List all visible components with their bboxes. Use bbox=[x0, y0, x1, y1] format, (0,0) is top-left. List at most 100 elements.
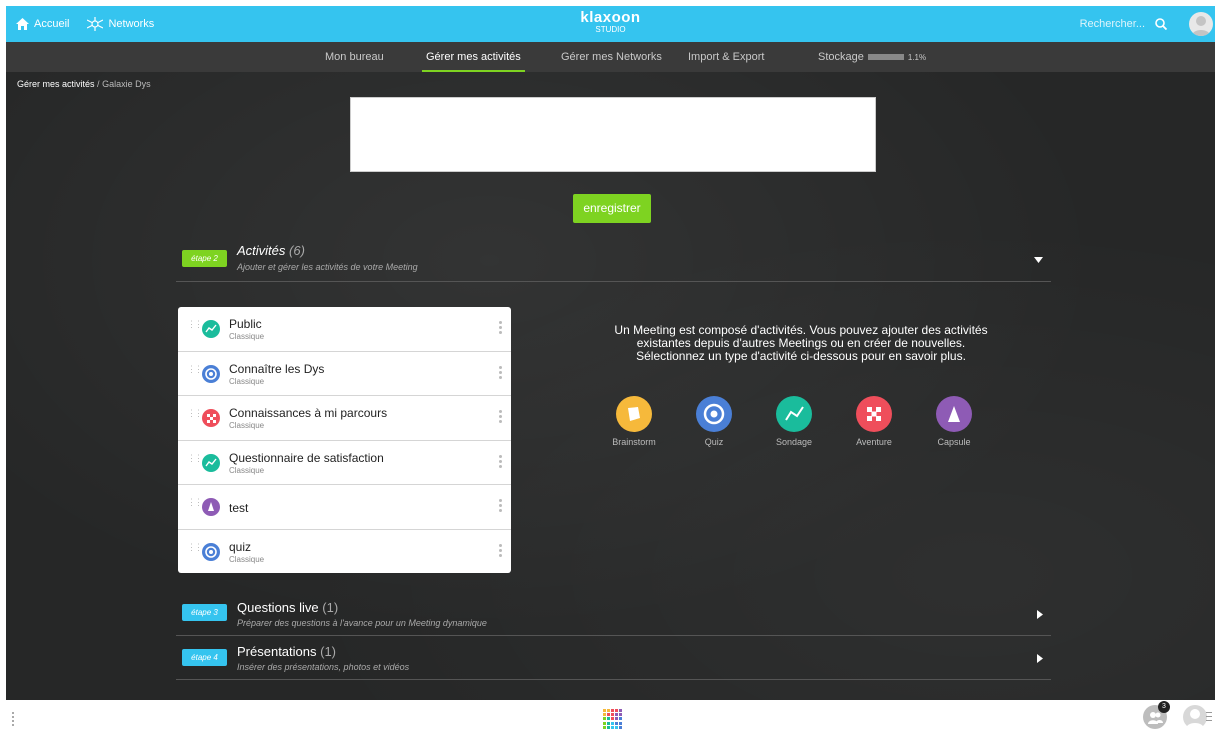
step-title-text: Présentations bbox=[237, 644, 317, 659]
home-label: Accueil bbox=[34, 18, 70, 30]
type-label: Sondage bbox=[775, 437, 813, 447]
more-options-icon[interactable] bbox=[499, 499, 502, 514]
step-subtitle: Préparer des questions à l'avance pour u… bbox=[237, 618, 487, 628]
menu-icon[interactable] bbox=[1206, 712, 1212, 724]
step-count: (1) bbox=[320, 644, 337, 659]
chevron-down-icon[interactable] bbox=[1034, 257, 1043, 263]
home-link[interactable]: Accueil bbox=[16, 18, 69, 30]
notification-badge: 3 bbox=[1158, 701, 1170, 713]
storage-percent: 1.1% bbox=[907, 53, 927, 62]
quiz-icon bbox=[696, 396, 732, 432]
list-item[interactable]: ⋮⋮ test bbox=[178, 485, 511, 530]
list-item[interactable]: ⋮⋮ quiz Classique bbox=[178, 530, 511, 574]
logo-subtext: STUDIO bbox=[595, 25, 626, 34]
step-count: (1) bbox=[322, 600, 339, 615]
activity-type: Classique bbox=[229, 421, 265, 430]
step-presentations[interactable]: étape 4 Présentations (1) Insérer des pr… bbox=[176, 636, 1051, 680]
step-title: Activités (6) bbox=[237, 243, 305, 258]
activity-type: Classique bbox=[229, 554, 265, 564]
breadcrumb: Gérer mes activités / Galaxie Dys bbox=[17, 79, 151, 89]
list-item[interactable]: ⋮⋮ Public Classique bbox=[178, 307, 511, 352]
step-title-text: Activités bbox=[237, 243, 286, 258]
list-item[interactable]: ⋮⋮ Questionnaire de satisfaction Classiq… bbox=[178, 441, 511, 485]
type-label: Capsule bbox=[937, 437, 971, 447]
drag-handle-icon[interactable]: ⋮⋮ bbox=[187, 542, 203, 551]
save-button[interactable]: enregistrer bbox=[573, 194, 651, 223]
chevron-right-icon[interactable] bbox=[1037, 610, 1043, 619]
type-quiz[interactable]: Quiz bbox=[684, 396, 744, 447]
drag-handle-icon[interactable]: ⋮⋮ bbox=[187, 409, 203, 418]
type-capsule[interactable]: Capsule bbox=[924, 396, 984, 447]
tab-gerer-networks[interactable]: Gérer mes Networks bbox=[561, 42, 662, 72]
app-frame: Accueil Networks klaxoon STUDIO Recherch… bbox=[0, 0, 1215, 734]
tab-import-export[interactable]: Import & Export bbox=[688, 42, 764, 72]
chevron-right-icon[interactable] bbox=[1037, 654, 1043, 663]
type-label: Quiz bbox=[704, 437, 724, 447]
type-sondage[interactable]: Sondage bbox=[764, 396, 824, 447]
step-title: Présentations (1) bbox=[237, 644, 336, 659]
drag-handle-icon[interactable]: ⋮⋮ bbox=[187, 320, 203, 329]
activities-info-text: Un Meeting est composé d'activités. Vous… bbox=[614, 323, 988, 363]
capsule-icon bbox=[202, 498, 220, 516]
top-nav: Accueil Networks bbox=[16, 6, 154, 42]
activity-type-picker: Brainstorm Quiz Sondage Aventure Capsule bbox=[604, 396, 984, 452]
user-avatar[interactable] bbox=[1189, 12, 1213, 36]
breadcrumb-root[interactable]: Gérer mes activités bbox=[17, 79, 95, 89]
sondage-icon bbox=[202, 320, 220, 338]
drag-handle-icon[interactable]: ⋮⋮ bbox=[187, 498, 203, 507]
vertical-dots-icon[interactable] bbox=[12, 712, 15, 728]
meeting-description-field[interactable] bbox=[350, 97, 876, 172]
more-options-icon[interactable] bbox=[499, 410, 502, 425]
user-icon bbox=[1192, 16, 1210, 36]
bottom-bar: 3 bbox=[0, 700, 1215, 734]
type-aventure[interactable]: Aventure bbox=[844, 396, 904, 447]
step-badge: étape 4 bbox=[182, 649, 227, 666]
participants-button[interactable]: 3 bbox=[1143, 701, 1170, 729]
top-bar: Accueil Networks klaxoon STUDIO Recherch… bbox=[6, 6, 1215, 42]
capsule-icon bbox=[936, 396, 972, 432]
networks-icon bbox=[87, 17, 104, 31]
tab-mon-bureau[interactable]: Mon bureau bbox=[325, 42, 384, 72]
networks-label: Networks bbox=[108, 18, 155, 30]
activity-type: Classique bbox=[229, 465, 265, 475]
type-brainstorm[interactable]: Brainstorm bbox=[604, 396, 664, 447]
more-options-icon[interactable] bbox=[499, 365, 502, 381]
tab-stockage[interactable]: Stockage 1.1% bbox=[818, 42, 926, 72]
klaxoon-logo[interactable]: klaxoon STUDIO bbox=[580, 10, 640, 34]
main-board: Gérer mes activités / Galaxie Dys enregi… bbox=[6, 72, 1215, 700]
step-title-text: Questions live bbox=[237, 600, 319, 615]
storage-bar bbox=[867, 54, 904, 61]
more-options-icon[interactable] bbox=[499, 454, 502, 470]
search-input[interactable]: Rechercher... bbox=[1080, 18, 1145, 30]
search-icon[interactable] bbox=[1155, 18, 1167, 30]
step-title: Questions live (1) bbox=[237, 600, 338, 615]
breadcrumb-current: Galaxie Dys bbox=[102, 79, 151, 89]
networks-link[interactable]: Networks bbox=[87, 17, 154, 31]
list-item[interactable]: ⋮⋮ Connaître les Dys Classique bbox=[178, 352, 511, 396]
sub-nav: Mon bureau Gérer mes activités Gérer mes… bbox=[6, 42, 1215, 72]
activity-name: Questionnaire de satisfaction bbox=[229, 450, 384, 465]
tab-gerer-activites[interactable]: Gérer mes activités bbox=[422, 42, 525, 72]
more-options-icon[interactable] bbox=[499, 543, 502, 559]
more-options-icon[interactable] bbox=[499, 321, 502, 336]
sondage-icon bbox=[202, 453, 220, 472]
brainstorm-icon bbox=[616, 396, 652, 432]
step-subtitle: Insérer des présentations, photos et vid… bbox=[237, 662, 410, 672]
breadcrumb-separator: / bbox=[97, 79, 100, 89]
activities-list: ⋮⋮ Public Classique ⋮⋮ Connaître les Dys… bbox=[178, 307, 511, 573]
search-box[interactable]: Rechercher... bbox=[1080, 6, 1167, 42]
quiz-icon bbox=[202, 542, 220, 561]
klaxoon-apps-icon[interactable] bbox=[603, 709, 623, 729]
stockage-label: Stockage bbox=[818, 51, 864, 63]
quiz-icon bbox=[202, 364, 220, 383]
type-label: Aventure bbox=[856, 437, 892, 447]
drag-handle-icon[interactable]: ⋮⋮ bbox=[187, 364, 203, 373]
step-activites[interactable]: étape 2 Activités (6) Ajouter et gérer l… bbox=[176, 240, 1051, 282]
activity-name: Connaître les Dys bbox=[229, 361, 325, 376]
step-questions-live[interactable]: étape 3 Questions live (1) Préparer des … bbox=[176, 594, 1051, 636]
drag-handle-icon[interactable]: ⋮⋮ bbox=[187, 453, 203, 462]
activity-type: Classique bbox=[229, 376, 265, 386]
user-avatar-bottom[interactable] bbox=[1183, 705, 1207, 729]
activity-name: test bbox=[229, 501, 249, 515]
list-item[interactable]: ⋮⋮ Connaissances à mi parcours Classique bbox=[178, 396, 511, 441]
